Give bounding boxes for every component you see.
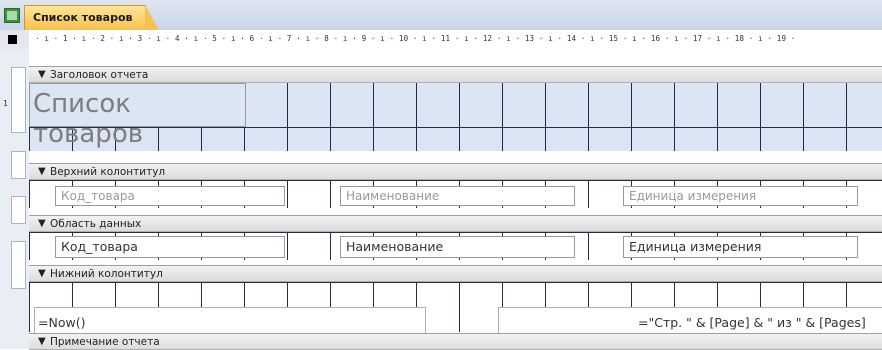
section-arrow-icon: ▼	[38, 336, 46, 347]
report-design-surface: ▼ Заголовок отчета Список товаров ▼ Верх…	[29, 49, 882, 350]
section-bar-page-footer[interactable]: ▼ Нижний колонтитул	[29, 265, 882, 282]
report-icon	[4, 8, 20, 23]
section-bar-detail[interactable]: ▼ Область данных	[29, 215, 882, 232]
field-product-name-text: Наименование	[346, 239, 444, 254]
section-arrow-icon: ▼	[38, 218, 46, 229]
report-selector[interactable]	[0, 30, 30, 49]
ruler-strip: · ı · 1 · ı · 2 · ı · 3 · ı · 4 · ı · 5 …	[29, 30, 882, 50]
section-bar-report-header[interactable]: ▼ Заголовок отчета	[29, 66, 882, 83]
label-product-name-text: Наименование	[346, 189, 440, 203]
field-product-code-text: Код_товара	[61, 239, 138, 254]
report-title-text: Список товаров	[33, 89, 144, 149]
ruler-marks: · ı · 1 · ı · 2 · ı · 3 · ı · 4 · ı · 5 …	[35, 34, 796, 43]
document-tab-bar: Список товаров	[0, 0, 882, 31]
vruler-segment-report-header	[11, 67, 26, 133]
section-title: Нижний колонтитул	[50, 268, 163, 280]
section-bar-report-footer[interactable]: ▼ Примечание отчета	[29, 333, 882, 350]
band-page-header[interactable]: Код_товара Наименование Единица измерени…	[29, 180, 882, 208]
field-page-numbers-text: ="Стр. " & [Page] & " из " & [Pages]	[638, 315, 866, 330]
field-product-name[interactable]: Наименование	[340, 236, 575, 258]
section-title: Верхний колонтитул	[50, 166, 166, 178]
section-arrow-icon: ▼	[38, 166, 46, 177]
horizontal-ruler: · ı · 1 · ı · 2 · ı · 3 · ı · 4 · ı · 5 …	[0, 30, 882, 50]
report-selector-icon	[8, 35, 17, 44]
band-page-footer[interactable]: =Now() ="Стр. " & [Page] & " из " & [Pag…	[29, 282, 882, 337]
band-detail[interactable]: Код_товара Наименование Единица измерени…	[29, 232, 882, 260]
report-title-label[interactable]: Список товаров	[29, 83, 246, 149]
label-product-code-text: Код_товара	[61, 189, 135, 203]
label-unit[interactable]: Единица измерения	[623, 186, 858, 206]
vruler-segment-page-header	[11, 151, 26, 179]
vertical-ruler: 1	[0, 49, 30, 349]
section-title: Примечание отчета	[50, 336, 160, 348]
vruler-mark: 1	[3, 99, 9, 108]
band-report-header[interactable]: Список товаров	[29, 83, 882, 151]
label-product-name[interactable]: Наименование	[340, 186, 575, 206]
section-arrow-icon: ▼	[38, 69, 46, 80]
report-tab[interactable]: Список товаров	[24, 5, 159, 30]
field-now-text: =Now()	[38, 315, 86, 330]
label-product-code[interactable]: Код_товара	[55, 186, 285, 206]
field-unit[interactable]: Единица измерения	[623, 236, 858, 258]
report-tab-label: Список товаров	[33, 11, 133, 24]
section-arrow-icon: ▼	[38, 268, 46, 279]
section-title: Область данных	[50, 218, 142, 230]
vruler-segment-page-footer	[11, 241, 26, 289]
section-title: Заголовок отчета	[50, 69, 149, 81]
field-unit-text: Единица измерения	[629, 239, 762, 254]
vruler-segment-detail	[11, 196, 26, 224]
section-bar-page-header[interactable]: ▼ Верхний колонтитул	[29, 163, 882, 180]
label-unit-text: Единица измерения	[629, 189, 757, 203]
field-product-code[interactable]: Код_товара	[55, 236, 285, 258]
